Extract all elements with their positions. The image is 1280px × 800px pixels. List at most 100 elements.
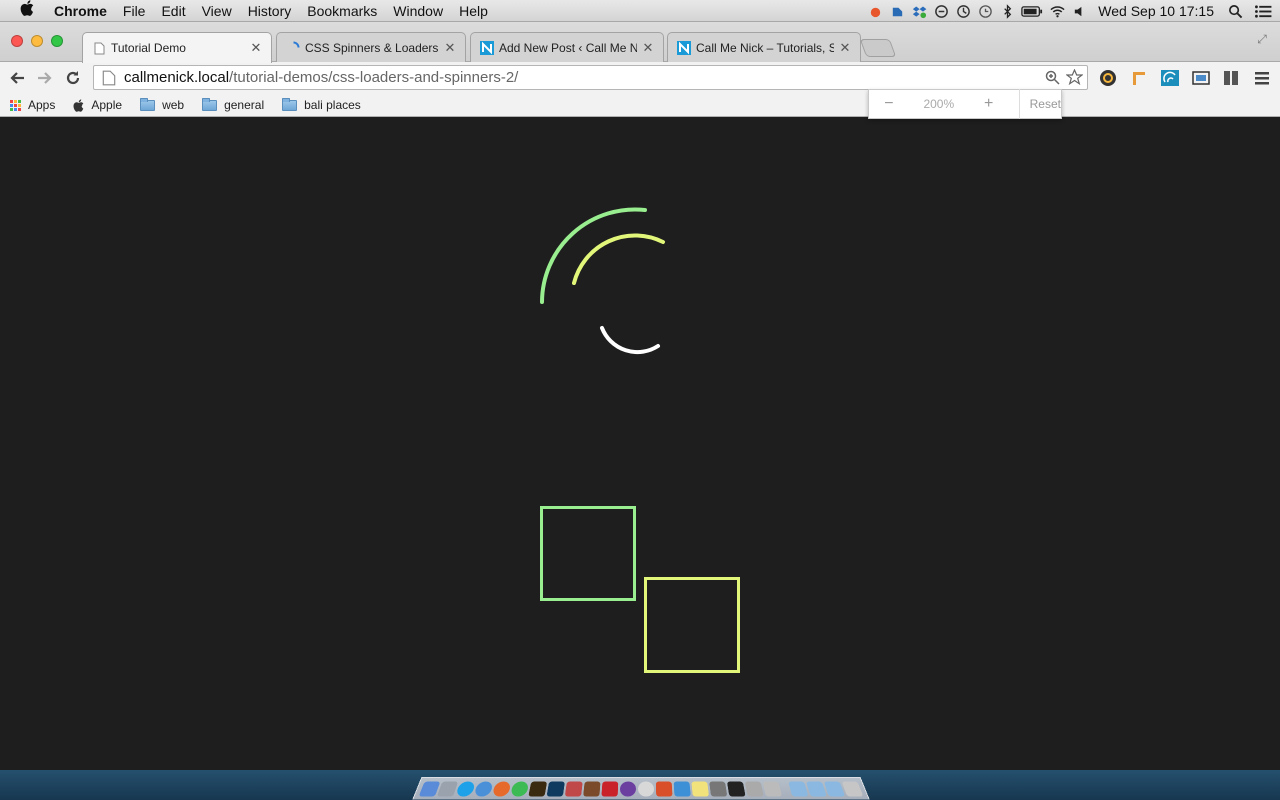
arrow-left-icon [10, 72, 24, 84]
app-icon[interactable] [583, 781, 601, 797]
reload-button[interactable] [62, 67, 84, 89]
app-menu[interactable]: Chrome [54, 3, 115, 19]
app-icon[interactable] [709, 781, 728, 797]
clock[interactable]: Wed Sep 10 17:15 [1090, 3, 1224, 19]
zoom-level: 200% [923, 97, 955, 111]
app-icon[interactable] [655, 781, 673, 797]
zoom-in-button[interactable]: + [969, 95, 1009, 113]
photoshop-icon[interactable] [546, 781, 565, 797]
menu-bar: Chrome File Edit View History Bookmarks … [0, 0, 1280, 22]
drop-icon[interactable] [864, 0, 886, 22]
window-resizer-extension-icon[interactable] [1159, 67, 1181, 89]
menu-help[interactable]: Help [451, 3, 496, 19]
app-icon[interactable] [673, 781, 691, 797]
trash-icon[interactable] [841, 781, 864, 797]
window-zoom-button[interactable] [51, 35, 63, 47]
bookmark-label: Apps [28, 98, 56, 112]
folder-icon [138, 97, 156, 111]
tab-tutorial-demo[interactable]: Tutorial Demo ✕ [82, 32, 272, 63]
github-icon[interactable] [619, 781, 637, 797]
bookmark-label: web [162, 98, 185, 112]
apple-menu-icon[interactable] [0, 0, 54, 21]
filezilla-icon[interactable] [601, 781, 619, 797]
time-machine-icon[interactable] [974, 0, 996, 22]
layout-extension-icon[interactable] [1220, 67, 1242, 89]
menu-history[interactable]: History [240, 3, 300, 19]
bookmark-star-icon[interactable] [1065, 68, 1083, 86]
address-bar[interactable]: callmenick.local/tutorial-demos/css-load… [93, 65, 1088, 90]
tab-strip: Tutorial Demo ✕ CSS Spinners & Loaders –… [0, 22, 1280, 63]
url-host: callmenick.local [124, 69, 230, 86]
folder-icon [200, 97, 218, 111]
notification-center-icon[interactable] [1246, 0, 1280, 22]
loader-square-green [540, 506, 636, 601]
zoom-icon[interactable] [1043, 68, 1061, 86]
tab-add-new-post[interactable]: Add New Post ‹ Call Me Nic ✕ [470, 32, 664, 62]
color-picker-extension-icon[interactable] [1097, 67, 1119, 89]
callmenick-icon [480, 40, 494, 55]
tab-title: CSS Spinners & Loaders – C [305, 40, 439, 55]
forward-button[interactable] [34, 67, 56, 89]
tab-title: Tutorial Demo [111, 41, 186, 55]
bookmark-folder-bali-places[interactable]: bali places [280, 97, 361, 112]
close-icon[interactable]: ✕ [443, 40, 457, 56]
sync-icon[interactable] [952, 0, 974, 22]
menu-view[interactable]: View [194, 3, 240, 19]
toolbar: callmenick.local/tutorial-demos/css-load… [0, 62, 1280, 94]
chrome-icon[interactable] [510, 781, 530, 797]
app-icon[interactable] [762, 781, 783, 797]
loader-square-yellow [644, 577, 740, 673]
wifi-icon[interactable] [1046, 0, 1068, 22]
bluetooth-icon[interactable] [996, 0, 1018, 22]
bookmarks-bar: Apps Apple web general bali places [0, 94, 1280, 117]
arc-spinner [540, 207, 665, 355]
close-icon[interactable]: ✕ [641, 40, 655, 56]
app-icon[interactable] [564, 781, 583, 797]
zoom-out-button[interactable]: − [869, 95, 909, 113]
folder-icon[interactable] [788, 781, 809, 797]
window-close-button[interactable] [11, 35, 23, 47]
page-icon [102, 70, 116, 85]
safari-icon[interactable] [473, 781, 494, 797]
volume-icon[interactable] [1068, 0, 1090, 22]
battery-icon[interactable] [1018, 0, 1046, 22]
app-icon[interactable] [744, 781, 764, 797]
skype-icon[interactable] [455, 781, 477, 797]
tab-css-spinners[interactable]: CSS Spinners & Loaders – C ✕ [276, 32, 466, 62]
window-minimize-button[interactable] [31, 35, 43, 47]
bookmark-apple[interactable]: Apple [71, 98, 122, 112]
illustrator-icon[interactable] [528, 781, 548, 797]
screen-capture-extension-icon[interactable] [1190, 67, 1212, 89]
firefox-icon[interactable] [491, 781, 512, 797]
ruler-extension-icon[interactable] [1128, 67, 1150, 89]
terminal-icon[interactable] [726, 781, 746, 797]
notes-icon[interactable] [691, 781, 709, 797]
callmenick-icon [677, 40, 691, 55]
spotlight-icon[interactable] [1224, 0, 1246, 22]
bookmark-folder-general[interactable]: general [200, 97, 264, 112]
tab-call-me-nick[interactable]: Call Me Nick – Tutorials, St ✕ [667, 32, 861, 62]
bookmark-apps[interactable]: Apps [8, 98, 55, 112]
zoom-reset-button[interactable]: Reset [1018, 89, 1061, 119]
skype-icon[interactable] [930, 0, 952, 22]
menu-edit[interactable]: Edit [153, 3, 193, 19]
menu-hamburger-icon[interactable] [1251, 67, 1273, 89]
back-button[interactable] [6, 67, 28, 89]
page-icon [92, 41, 106, 55]
bookmark-folder-web[interactable]: web [138, 97, 185, 112]
menu-bookmarks[interactable]: Bookmarks [299, 3, 385, 19]
menu-file[interactable]: File [115, 3, 154, 19]
close-icon[interactable]: ✕ [838, 40, 852, 56]
zoom-popup: − 200% + Reset [868, 89, 1062, 119]
spinner-arc-middle [572, 233, 665, 285]
apple-icon [71, 98, 85, 112]
dropbox-icon[interactable] [908, 0, 930, 22]
spinner-arc-outer [540, 207, 647, 304]
new-tab-button[interactable] [859, 39, 897, 57]
launchpad-icon[interactable] [437, 781, 459, 797]
menu-window[interactable]: Window [385, 3, 451, 19]
close-icon[interactable]: ✕ [249, 40, 263, 56]
fullscreen-icon[interactable]: ⤢ [1254, 32, 1270, 48]
evernote-icon[interactable] [886, 0, 908, 22]
app-icon[interactable] [637, 781, 655, 797]
